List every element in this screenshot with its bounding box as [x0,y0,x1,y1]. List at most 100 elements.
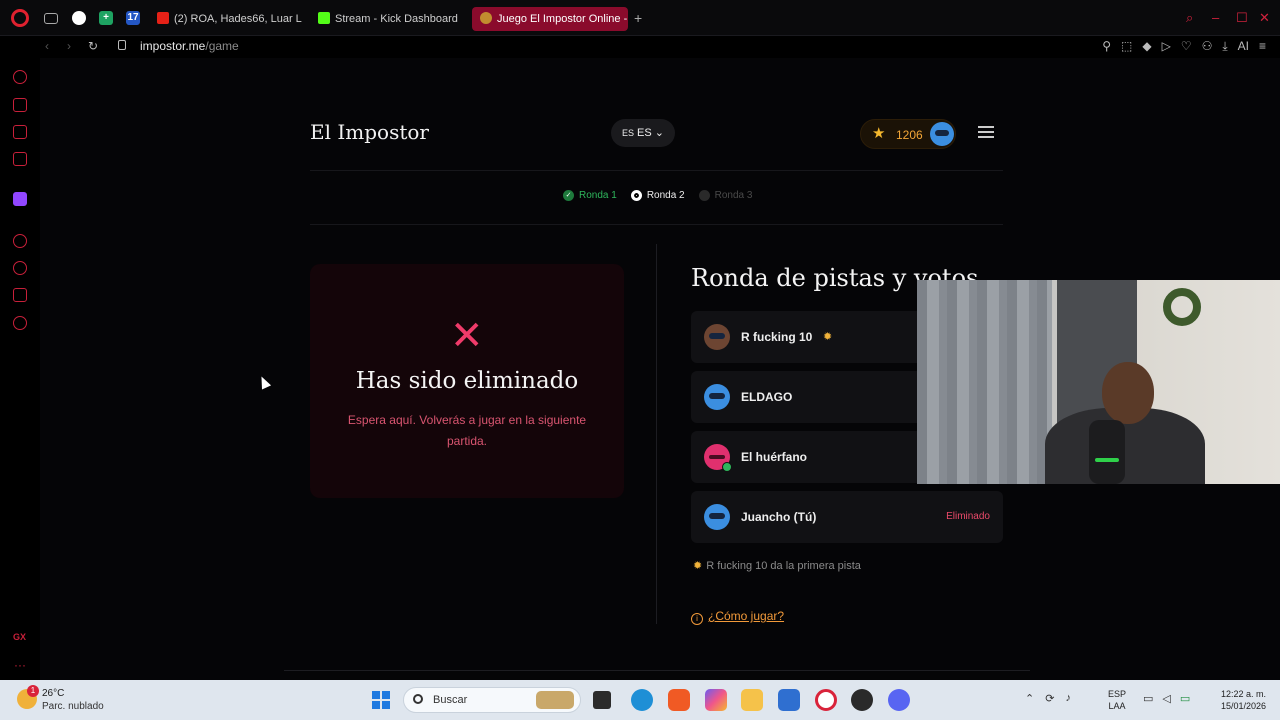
input-language-line1: ESP [1108,689,1127,699]
network-icon[interactable]: ▭ [1143,692,1153,705]
battery-icon[interactable]: ▭ [1180,692,1190,705]
clue-hint: ✹ R fucking 10 da la primera pista [693,559,861,572]
brave-icon[interactable] [668,689,690,711]
round-2: Ronda 2 [630,190,685,201]
volume-icon[interactable]: ◁ [1162,692,1170,705]
close-window-button[interactable]: ✕ [1259,10,1270,26]
tray-chevron-icon[interactable]: ⌃ [1025,692,1034,705]
tab-kick-label: Stream - Kick Dashboard [335,13,458,25]
kick-icon [318,12,330,24]
gx-cleaner-icon[interactable] [13,152,27,166]
lock-icon [118,40,126,50]
gx-control-icon[interactable] [13,70,27,84]
file-explorer-icon[interactable] [741,689,763,711]
opera-logo-icon[interactable] [11,9,29,27]
url-field[interactable]: impostor.me/game [140,39,239,53]
extensions-icon[interactable] [13,288,27,302]
clue-hint-text: R fucking 10 da la primera pista [706,560,861,572]
eliminated-x-icon: ✕ [450,314,484,358]
heart-icon[interactable]: ♡ [1181,39,1192,54]
taskbar: 1 26°C Parc. nublado Buscar ⌃ ⟳ ♪ ESP LA… [0,680,1280,720]
tab-kick[interactable]: Stream - Kick Dashboard [318,7,468,31]
workspaces-icon[interactable] [44,13,58,24]
easy-setup-icon[interactable]: ≡ [1259,39,1266,54]
coins-badge[interactable]: ★ 1206 [860,119,956,149]
address-bar: ‹ › ↻ impostor.me/game ⚲ ⬚ ◆ ▷ ♡ ⚇ ⤓ AI … [0,36,1280,58]
player-name: El huérfano [741,450,808,464]
input-language[interactable]: ESP LAA [1108,688,1126,712]
round-3-label: Ronda 3 [714,190,753,201]
site-logo[interactable]: El Impostor [310,120,429,144]
round-3: Ronda 3 [698,190,753,201]
player-name: R fucking 10 [741,330,813,344]
round-1: ✓ Ronda 1 [563,190,617,201]
edge-icon[interactable] [631,689,653,711]
more-icon[interactable]: ··· [14,658,26,672]
windows-start-icon[interactable] [372,691,390,709]
sync-icon[interactable]: ⟳ [1045,692,1054,705]
pinned-tab-circle-icon[interactable] [72,11,86,25]
system-tray: ⌃ ⟳ ♪ [1025,692,1071,705]
webcam-curtain [917,280,1052,484]
tab-impostor-label: Juego El Impostor Online - [497,13,628,25]
microphone-icon[interactable]: ♪ [1065,692,1071,705]
search-icon [413,694,423,704]
obs-icon[interactable] [851,689,873,711]
player-row[interactable]: Juancho (Tú) Eliminado [691,491,1003,543]
taskbar-search-label: Buscar [433,694,468,706]
weather-description[interactable]: Parc. nublado [42,701,104,712]
new-tab-button[interactable]: + [634,10,642,26]
back-button[interactable]: ‹ [45,39,49,53]
discord-icon[interactable] [888,689,910,711]
menu-icon[interactable] [978,126,994,138]
gx-logo-icon[interactable]: GX [13,632,26,642]
weather-badge: 1 [27,685,39,697]
clock-date: 15/01/2026 [1220,701,1266,711]
tab-impostor[interactable]: Juego El Impostor Online - [472,7,628,31]
opera-gx-taskbar-icon[interactable] [815,689,837,711]
first-clue-sun-icon: ✹ [823,331,833,343]
forward-button[interactable]: › [67,39,71,53]
header-divider [310,170,1003,171]
twitch-icon[interactable] [13,192,27,206]
coins-count: 1206 [896,128,923,142]
player-name: Juancho (Tú) [741,510,817,524]
history-icon[interactable] [13,261,27,275]
eliminated-title: Has sido eliminado [355,368,579,394]
browser-sidebar: GX ··· [0,58,40,680]
impostor-favicon-icon [480,12,492,24]
adblock-shield-icon[interactable]: ◆ [1142,39,1151,54]
outlook-icon[interactable] [778,689,800,711]
reload-button[interactable]: ↻ [88,39,98,53]
clock-time: 12:22 a. m. [1220,689,1266,699]
how-to-play-link[interactable]: i ¿Cómo jugar? [691,609,784,625]
task-view-icon[interactable] [593,691,611,709]
settings-gear-icon[interactable] [13,316,27,330]
download-icon[interactable]: ⤓ [1222,39,1227,54]
language-selector[interactable]: ES ES ⌄ [611,119,675,147]
gx-tracker-icon[interactable] [13,125,27,139]
player-sidebar-icon[interactable] [13,234,27,248]
player-avatar [704,324,730,350]
pinned-tab-17track-icon[interactable]: 17 [126,11,140,25]
pinned-tab-sheets-icon[interactable]: + [99,11,113,25]
tab-youtube[interactable]: (2) ROA, Hades66, Luar La [157,7,302,31]
gx-corner-icon[interactable] [13,98,27,112]
taskbar-search[interactable]: Buscar [403,687,581,713]
player-avatar [704,444,732,472]
system-clock[interactable]: 12:22 a. m. 15/01/2026 [1208,688,1266,712]
pin-icon[interactable]: ⚲ [1102,39,1111,54]
copilot-icon[interactable] [705,689,727,711]
minimize-button[interactable]: – [1212,10,1219,25]
webcam-person-head [1102,362,1154,424]
eliminated-message: Espera aquí. Volverás a jugar en la sigu… [347,413,587,448]
player-icon[interactable]: ▷ [1162,39,1171,54]
address-bar-actions: ⚲ ⬚ ◆ ▷ ♡ ⚇ ⤓ AI ≡ [1102,39,1266,54]
maximize-button[interactable]: ☐ [1236,10,1248,26]
browser-search-icon[interactable]: ⌕ [1186,10,1193,26]
user-avatar[interactable] [930,122,954,146]
profile-icon[interactable]: ⚇ [1202,39,1213,54]
snapshot-icon[interactable]: ⬚ [1121,39,1132,54]
ai-button[interactable]: AI [1238,39,1249,54]
weather-temperature[interactable]: 26°C [42,688,64,699]
